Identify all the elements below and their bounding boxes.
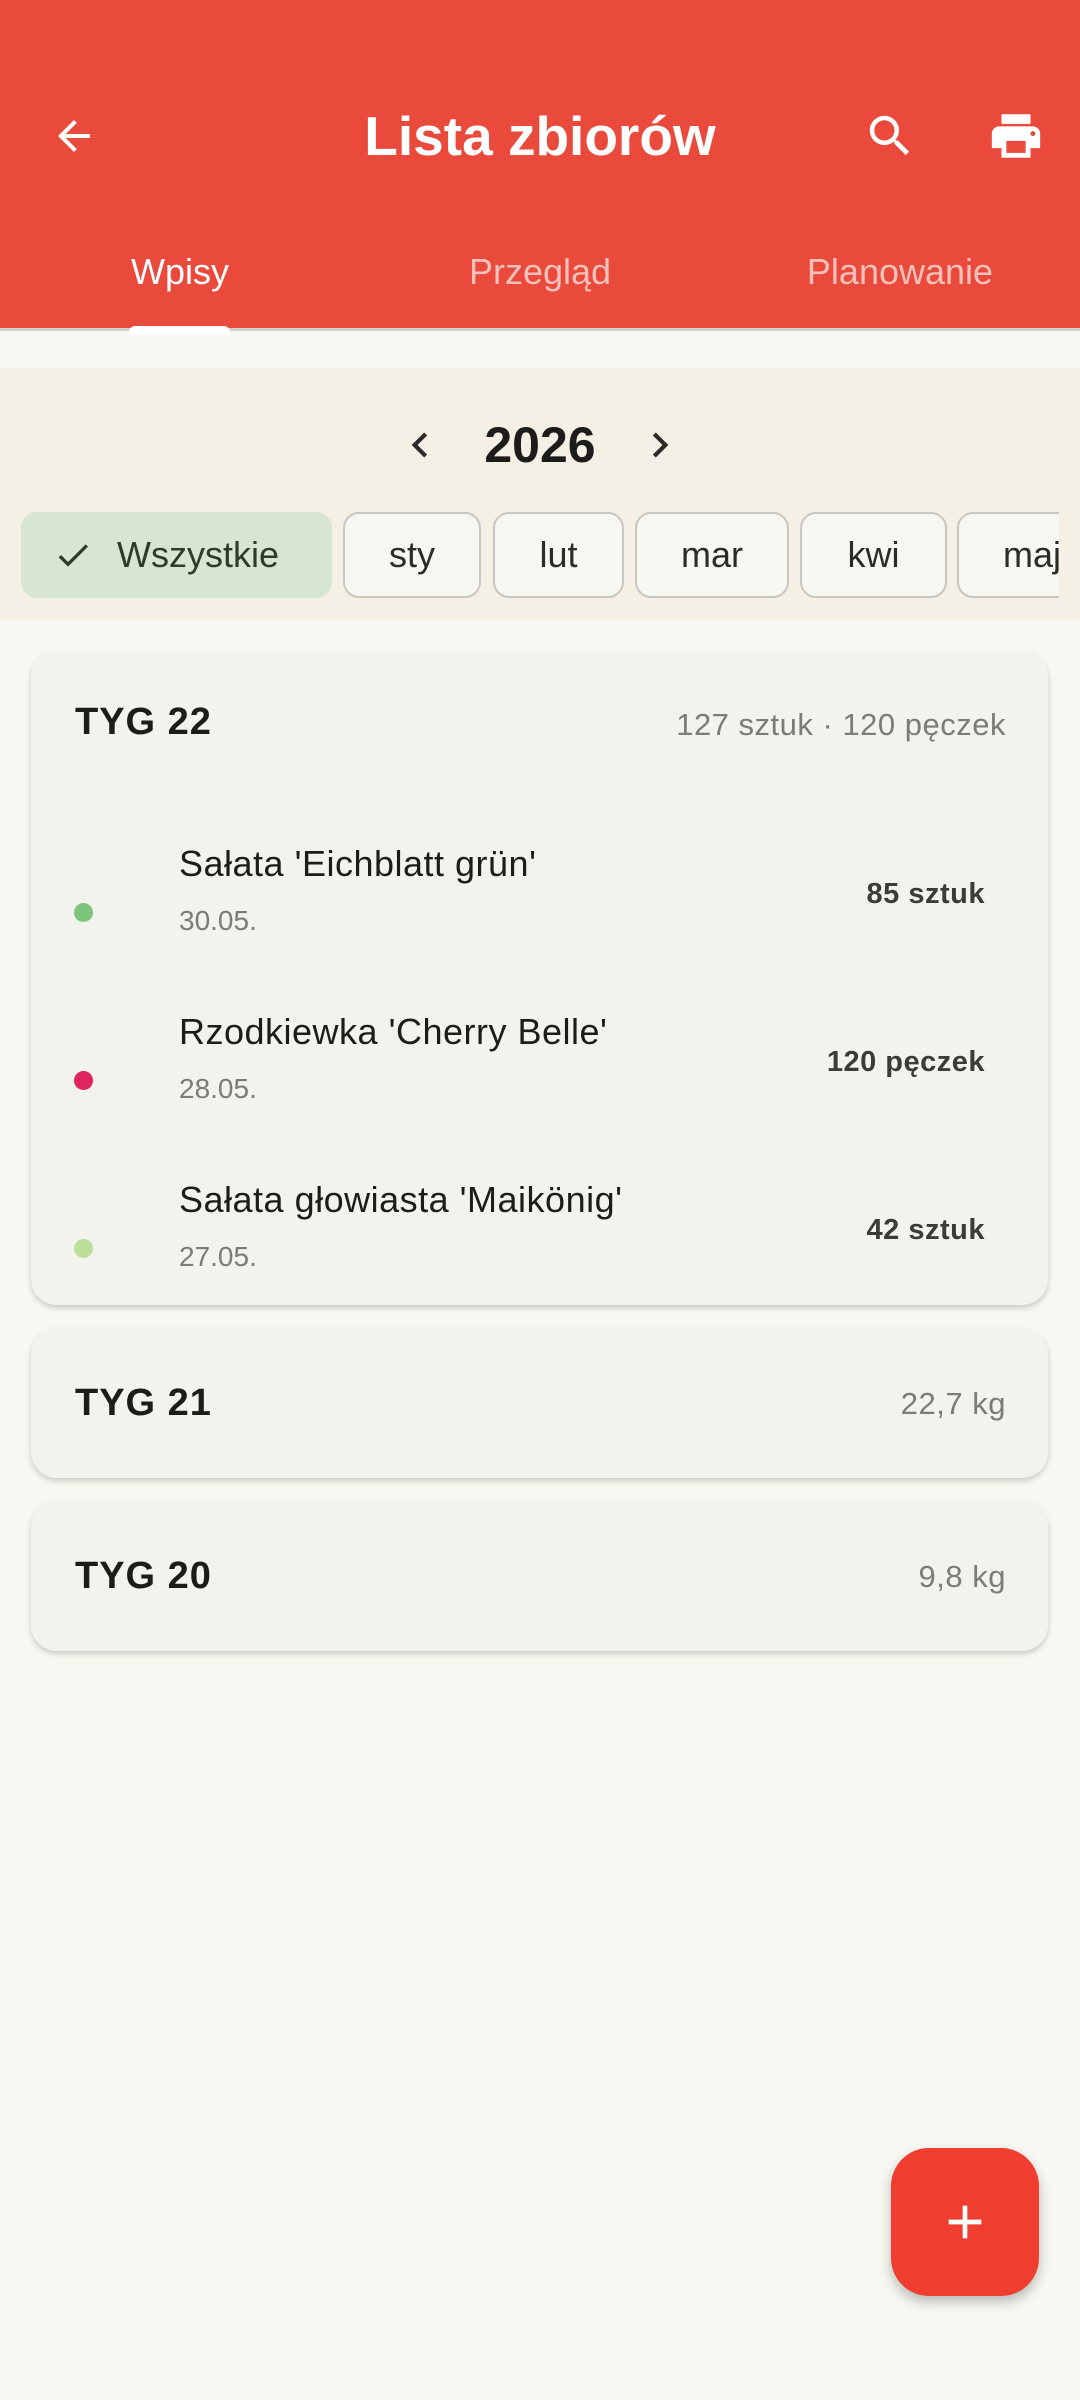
next-year-button[interactable] — [620, 405, 700, 485]
week-card[interactable]: TYG 20 9,8 kg — [31, 1501, 1048, 1651]
harvest-date: 28.05. — [179, 1073, 257, 1104]
week-summary: 127 sztuk · 120 pęczek — [676, 707, 1006, 742]
chevron-right-icon — [652, 432, 669, 458]
crop-color-dot — [74, 1239, 93, 1258]
search-icon — [869, 115, 910, 156]
print-button[interactable] — [976, 96, 1056, 176]
week-label: TYG 20 — [75, 1555, 212, 1597]
print-icon — [991, 114, 1041, 158]
active-tab-indicator — [129, 326, 230, 335]
week-summary: 22,7 kg — [900, 1386, 1006, 1421]
chip-kwi[interactable]: kwi — [800, 512, 947, 598]
chip-lut[interactable]: lut — [493, 512, 624, 598]
week-summary: 9,8 kg — [918, 1559, 1006, 1594]
crop-name: Rzodkiewka 'Cherry Belle' — [179, 1011, 608, 1052]
chip-sty[interactable]: sty — [343, 512, 481, 598]
check-icon — [53, 535, 93, 575]
chip-label: mar — [681, 534, 743, 575]
year-label: 2026 — [484, 417, 596, 473]
crop-name: Sałata głowiasta 'Maikönig' — [179, 1179, 623, 1220]
chip-label: kwi — [847, 534, 900, 575]
week-label: TYG 21 — [75, 1382, 212, 1424]
chip-label: lut — [539, 534, 578, 575]
harvest-amount: 42 sztuk — [866, 1214, 985, 1246]
week-card[interactable]: TYG 21 22,7 kg — [31, 1328, 1048, 1478]
chevron-left-icon — [411, 432, 428, 458]
page-title: Lista zbiorów — [364, 105, 716, 167]
harvest-date: 30.05. — [179, 905, 257, 936]
app-bar: Lista zbiorów Wpisy Przegląd Planowanie — [0, 0, 1080, 335]
arrow-left-icon — [58, 120, 90, 152]
month-filter-chips: Wszystkie sty lut mar kwi maj — [0, 510, 1059, 602]
search-button[interactable] — [850, 96, 930, 176]
week-card[interactable]: TYG 22 127 sztuk · 120 pęczek Sałata 'Ei… — [31, 651, 1048, 1305]
plus-icon — [948, 2205, 982, 2239]
chip-label: sty — [388, 534, 435, 575]
crop-name: Sałata 'Eichblatt grün' — [179, 843, 537, 884]
tab-wpisy[interactable]: Wpisy — [60, 232, 300, 312]
chip-label: Wszystkie — [117, 534, 279, 575]
chip-wszystkie[interactable]: Wszystkie — [21, 512, 332, 598]
chip-mar[interactable]: mar — [635, 512, 789, 598]
chip-label: maj — [1002, 534, 1059, 575]
tab-przeglad[interactable]: Przegląd — [400, 232, 680, 312]
harvest-entry[interactable]: Sałata 'Eichblatt grün' 30.05. 85 sztuk — [31, 833, 1048, 993]
crop-color-dot — [74, 903, 93, 922]
harvest-entry[interactable]: Sałata głowiasta 'Maikönig' 27.05. 42 sz… — [31, 1169, 1048, 1329]
crop-color-dot — [74, 1071, 93, 1090]
harvest-amount: 120 pęczek — [826, 1046, 985, 1078]
tab-planowanie[interactable]: Planowanie — [760, 232, 1040, 312]
back-button[interactable] — [34, 96, 114, 176]
harvest-date: 27.05. — [179, 1241, 257, 1272]
chip-maj[interactable]: maj — [957, 512, 1059, 598]
harvest-amount: 85 sztuk — [866, 878, 985, 910]
harvest-entry[interactable]: Rzodkiewka 'Cherry Belle' 28.05. 120 pęc… — [31, 1001, 1048, 1161]
week-label: TYG 22 — [75, 701, 212, 743]
add-harvest-button[interactable] — [891, 2148, 1039, 2296]
